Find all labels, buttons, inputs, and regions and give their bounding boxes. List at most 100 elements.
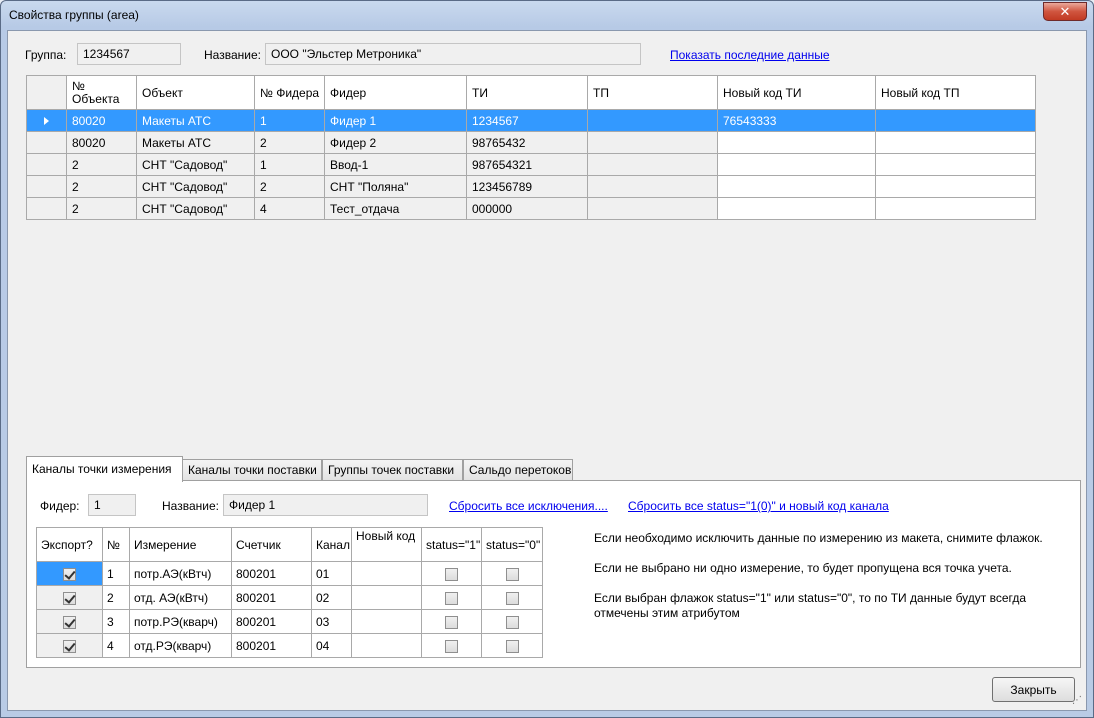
row-selector[interactable] xyxy=(26,131,67,154)
cell-tp[interactable] xyxy=(587,109,718,132)
cell-feeder-no[interactable]: 1 xyxy=(254,153,325,176)
show-last-data-link[interactable]: Показать последние данные xyxy=(670,48,830,62)
cell-feeder-no[interactable]: 2 xyxy=(254,175,325,198)
title-bar[interactable]: Свойства группы (area) ✕ xyxy=(1,1,1093,29)
cell-channel[interactable]: 01 xyxy=(311,561,352,586)
cell-no[interactable]: 3 xyxy=(102,609,130,634)
cell-new-tp[interactable] xyxy=(875,109,1036,132)
cell-feeder[interactable]: Фидер 2 xyxy=(324,131,467,154)
cell-channel[interactable]: 03 xyxy=(311,609,352,634)
channel-row[interactable]: 2 отд. АЭ(кВтч) 800201 02 xyxy=(36,585,543,610)
reset-exclusions-link[interactable]: Сбросить все исключения.... xyxy=(449,499,608,513)
feeder-field[interactable]: 1 xyxy=(88,494,136,516)
cell-obj-no[interactable]: 80020 xyxy=(66,131,137,154)
cell-measure[interactable]: потр.АЭ(кВтч) xyxy=(129,561,232,586)
status1-checkbox[interactable] xyxy=(445,615,458,629)
tab-supply-groups[interactable]: Группы точек поставки xyxy=(322,459,463,481)
group-field[interactable]: 1234567 xyxy=(77,43,181,65)
export-checkbox[interactable] xyxy=(63,639,76,653)
cell-ti[interactable]: 123456789 xyxy=(466,175,588,198)
col-object[interactable]: Объект xyxy=(136,75,255,110)
status0-checkbox[interactable] xyxy=(505,567,519,581)
cell-ti[interactable]: 000000 xyxy=(466,197,588,220)
status1-cell[interactable] xyxy=(421,633,482,658)
feeders-grid[interactable]: № Объекта Объект № Фидера Фидер ТИ ТП Но… xyxy=(26,75,1036,220)
cell-feeder-no[interactable]: 1 xyxy=(254,109,325,132)
cell-new-code[interactable] xyxy=(351,585,422,610)
status0-cell[interactable] xyxy=(481,585,543,610)
channel-row[interactable]: 3 потр.РЭ(кварч) 800201 03 xyxy=(36,609,543,634)
col-channel[interactable]: Канал xyxy=(311,527,352,562)
col-new-ti[interactable]: Новый код ТИ xyxy=(717,75,876,110)
export-cell[interactable] xyxy=(36,561,103,586)
cell-tp[interactable] xyxy=(587,153,718,176)
status1-cell[interactable] xyxy=(421,609,482,634)
channel-row[interactable]: 1 потр.АЭ(кВтч) 800201 01 xyxy=(36,561,543,586)
col-measure[interactable]: Измерение xyxy=(129,527,232,562)
name-field[interactable]: ООО "Эльстер Метроника" xyxy=(265,43,641,65)
cell-no[interactable]: 2 xyxy=(102,585,130,610)
grid-row[interactable]: 2 СНТ "Садовод" 2 СНТ "Поляна" 123456789 xyxy=(26,175,1036,198)
export-cell[interactable] xyxy=(36,633,103,658)
cell-meter[interactable]: 800201 xyxy=(231,585,312,610)
export-cell[interactable] xyxy=(36,609,103,634)
status0-cell[interactable] xyxy=(481,609,543,634)
cell-new-ti[interactable] xyxy=(717,175,876,198)
cell-ti[interactable]: 987654321 xyxy=(466,153,588,176)
cell-no[interactable]: 4 xyxy=(102,633,130,658)
cell-feeder-no[interactable]: 2 xyxy=(254,131,325,154)
col-status1[interactable]: status="1" xyxy=(421,527,482,562)
status1-checkbox[interactable] xyxy=(445,639,458,653)
status1-checkbox[interactable] xyxy=(445,591,458,605)
col-new-code[interactable]: Новый код xyxy=(351,527,422,562)
feeder-name-field[interactable]: Фидер 1 xyxy=(223,494,428,516)
cell-obj-no[interactable]: 2 xyxy=(66,153,137,176)
cell-new-tp[interactable] xyxy=(875,175,1036,198)
cell-object[interactable]: СНТ "Садовод" xyxy=(136,175,255,198)
window-close-button[interactable]: ✕ xyxy=(1043,2,1087,21)
row-selector[interactable] xyxy=(26,109,67,132)
cell-measure[interactable]: отд.РЭ(кварч) xyxy=(129,633,232,658)
cell-new-code[interactable] xyxy=(351,561,422,586)
export-cell[interactable] xyxy=(36,585,103,610)
cell-channel[interactable]: 04 xyxy=(311,633,352,658)
close-button[interactable]: Закрыть xyxy=(992,677,1075,702)
cell-meter[interactable]: 800201 xyxy=(231,609,312,634)
cell-feeder[interactable]: Тест_отдача xyxy=(324,197,467,220)
cell-feeder[interactable]: СНТ "Поляна" xyxy=(324,175,467,198)
cell-tp[interactable] xyxy=(587,131,718,154)
cell-obj-no[interactable]: 2 xyxy=(66,197,137,220)
col-feeder-no[interactable]: № Фидера xyxy=(254,75,325,110)
status0-cell[interactable] xyxy=(481,561,543,586)
cell-object[interactable]: СНТ "Садовод" xyxy=(136,153,255,176)
cell-no[interactable]: 1 xyxy=(102,561,130,586)
grid-row[interactable]: 2 СНТ "Садовод" 1 Ввод-1 987654321 xyxy=(26,153,1036,176)
cell-obj-no[interactable]: 2 xyxy=(66,175,137,198)
cell-feeder[interactable]: Фидер 1 xyxy=(324,109,467,132)
cell-object[interactable]: Макеты АТС xyxy=(136,131,255,154)
status0-checkbox[interactable] xyxy=(505,591,519,605)
col-status0[interactable]: status="0" xyxy=(481,527,543,562)
export-checkbox[interactable] xyxy=(63,591,76,605)
row-selector[interactable] xyxy=(26,153,67,176)
status1-cell[interactable] xyxy=(421,561,482,586)
cell-new-code[interactable] xyxy=(351,633,422,658)
export-checkbox[interactable] xyxy=(63,615,76,629)
grid-row[interactable]: 2 СНТ "Садовод" 4 Тест_отдача 000000 xyxy=(26,197,1036,220)
tab-supply-channels[interactable]: Каналы точки поставки xyxy=(182,459,322,481)
reset-status-link[interactable]: Сбросить все status="1(0)" и новый код к… xyxy=(628,499,889,513)
grid-row[interactable]: 80020 Макеты АТС 2 Фидер 2 98765432 xyxy=(26,131,1036,154)
col-object-no[interactable]: № Объекта xyxy=(66,75,137,110)
cell-meter[interactable]: 800201 xyxy=(231,633,312,658)
cell-new-tp[interactable] xyxy=(875,153,1036,176)
col-no[interactable]: № xyxy=(102,527,130,562)
col-export[interactable]: Экспорт? xyxy=(36,527,103,562)
col-tp[interactable]: ТП xyxy=(587,75,718,110)
resize-grip-icon[interactable]: ⋰ xyxy=(1072,695,1082,706)
cell-object[interactable]: СНТ "Садовод" xyxy=(136,197,255,220)
cell-new-ti[interactable] xyxy=(717,131,876,154)
tab-measurement-channels[interactable]: Каналы точки измерения xyxy=(26,456,183,482)
col-ti[interactable]: ТИ xyxy=(466,75,588,110)
cell-obj-no[interactable]: 80020 xyxy=(66,109,137,132)
status0-checkbox[interactable] xyxy=(505,615,519,629)
